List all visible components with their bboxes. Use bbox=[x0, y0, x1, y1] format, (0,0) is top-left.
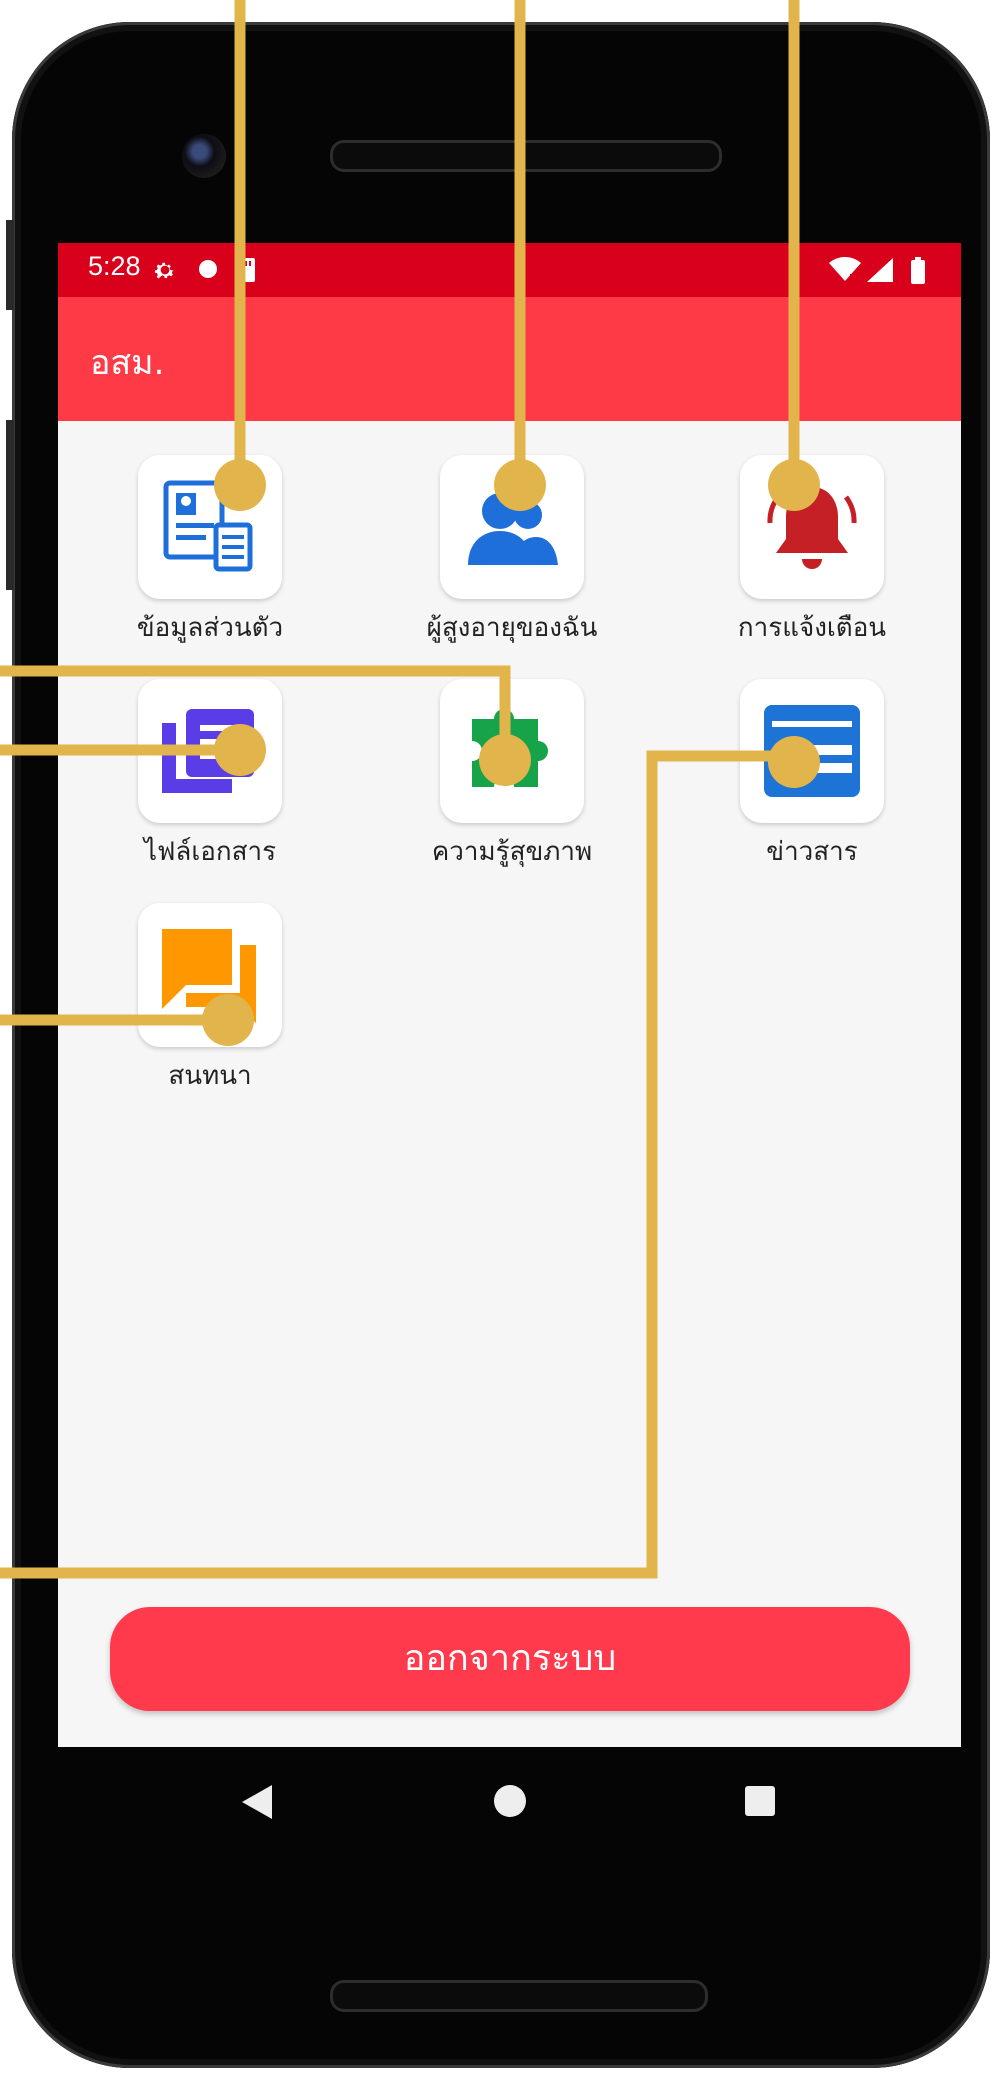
menu-item-label: ผู้สูงอายุของฉัน bbox=[426, 613, 598, 643]
menu-item-label: ไฟล์เอกสาร bbox=[143, 837, 277, 867]
sd-card-icon bbox=[234, 257, 256, 287]
menu-item-label: สนทนา bbox=[168, 1061, 252, 1091]
menu-item-chat[interactable]: สนทนา bbox=[80, 903, 310, 1091]
back-icon[interactable] bbox=[240, 1783, 274, 1825]
puzzle-icon bbox=[472, 709, 548, 787]
app-bar: อสม. bbox=[58, 297, 961, 421]
tile-card bbox=[138, 455, 282, 599]
menu-item-label: ข้อมูลส่วนตัว bbox=[136, 613, 284, 643]
signal-icon bbox=[866, 257, 894, 287]
tile-card bbox=[740, 679, 884, 823]
profile-document-icon bbox=[163, 480, 253, 572]
volume-button bbox=[6, 420, 14, 590]
side-button bbox=[6, 220, 14, 310]
navigation-bar bbox=[58, 1747, 961, 1865]
menu-item-news[interactable]: ข่าวสาร bbox=[682, 679, 912, 867]
battery-icon bbox=[910, 257, 926, 289]
tile-card bbox=[440, 455, 584, 599]
tile-card bbox=[440, 679, 584, 823]
settings-icon bbox=[152, 257, 178, 287]
app-title: อสม. bbox=[90, 343, 165, 383]
menu-item-label: ความรู้สุขภาพ bbox=[431, 837, 593, 867]
front-camera bbox=[182, 134, 226, 178]
home-icon[interactable] bbox=[492, 1783, 528, 1823]
menu-item-files[interactable]: ไฟล์เอกสาร bbox=[80, 679, 310, 867]
bell-icon bbox=[767, 487, 857, 569]
wifi-icon bbox=[828, 257, 862, 287]
tile-card bbox=[138, 679, 282, 823]
status-time: 5:28 bbox=[88, 251, 141, 281]
tile-card bbox=[138, 903, 282, 1047]
menu-item-health-knowledge[interactable]: ความรู้สุขภาพ bbox=[382, 679, 612, 867]
screen: 5:28 อสม. ข้อมูลส่วนตัว ผู้สูงอายุของฉัน… bbox=[58, 243, 961, 1747]
files-icon bbox=[162, 709, 254, 793]
status-bar: 5:28 bbox=[58, 243, 961, 297]
menu-item-label: การแจ้งเตือน bbox=[737, 613, 887, 643]
top-speaker bbox=[330, 140, 722, 172]
menu-item-profile[interactable]: ข้อมูลส่วนตัว bbox=[80, 455, 310, 643]
chat-icon bbox=[162, 929, 256, 1023]
tile-card bbox=[740, 455, 884, 599]
menu-item-notifications[interactable]: การแจ้งเตือน bbox=[682, 455, 912, 643]
menu-item-label: ข่าวสาร bbox=[766, 837, 858, 867]
bottom-speaker bbox=[330, 1980, 708, 2012]
users-icon bbox=[468, 493, 558, 565]
recents-icon[interactable] bbox=[744, 1785, 776, 1821]
notification-dot-icon bbox=[196, 257, 220, 285]
menu-item-my-elderly[interactable]: ผู้สูงอายุของฉัน bbox=[382, 455, 612, 643]
logout-button[interactable]: ออกจากระบบ bbox=[110, 1607, 910, 1711]
news-icon bbox=[764, 705, 860, 797]
